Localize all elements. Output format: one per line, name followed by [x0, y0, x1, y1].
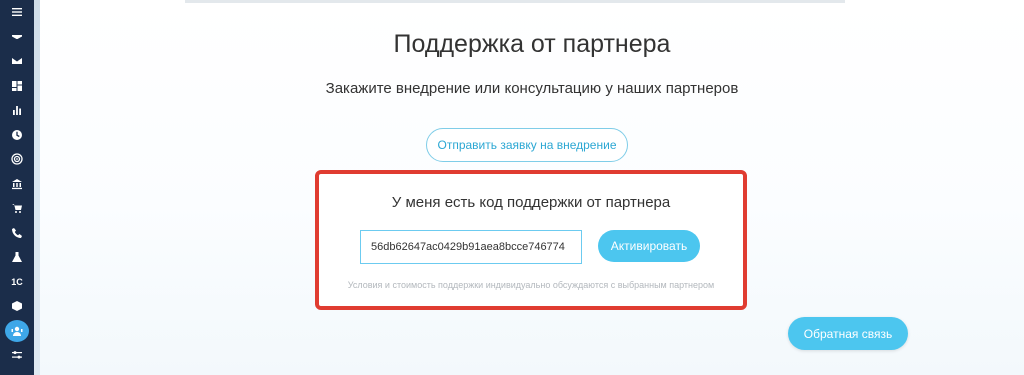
- phone-icon[interactable]: [0, 221, 34, 246]
- top-divider: [185, 0, 845, 3]
- flask-icon[interactable]: [0, 245, 34, 270]
- sliders-icon[interactable]: [0, 343, 34, 368]
- request-implementation-button[interactable]: Отправить заявку на внедрение: [426, 128, 628, 162]
- main-panel: Поддержка от партнера Закажите внедрение…: [40, 0, 1024, 375]
- target-icon[interactable]: [0, 147, 34, 172]
- onec-label: 1С: [11, 276, 23, 287]
- activate-button[interactable]: Активировать: [598, 230, 700, 262]
- support-conditions-note: Условия и стоимость поддержки индивидуал…: [347, 280, 715, 290]
- support-code-input[interactable]: [360, 230, 582, 264]
- clock-icon[interactable]: [0, 123, 34, 148]
- menu-icon[interactable]: [0, 0, 34, 25]
- partner-support-icon[interactable]: [0, 319, 34, 344]
- onec-icon[interactable]: 1С: [0, 270, 34, 295]
- page-subtitle: Закажите внедрение или консультацию у на…: [325, 80, 739, 97]
- box-icon[interactable]: [0, 294, 34, 319]
- active-item-highlight: [5, 319, 29, 342]
- feedback-button[interactable]: Обратная связь: [788, 317, 908, 350]
- dashboard-icon[interactable]: [0, 74, 34, 99]
- left-sidebar: 1С: [0, 0, 34, 375]
- mail-icon[interactable]: [0, 49, 34, 74]
- chart-icon[interactable]: [0, 98, 34, 123]
- bank-icon[interactable]: [0, 172, 34, 197]
- support-code-section: У меня есть код поддержки от партнера Ак…: [315, 170, 747, 310]
- support-code-title: У меня есть код поддержки от партнера: [391, 194, 671, 211]
- feed-icon[interactable]: [0, 25, 34, 50]
- page-title: Поддержка от партнера: [393, 30, 671, 58]
- cart-icon[interactable]: [0, 196, 34, 221]
